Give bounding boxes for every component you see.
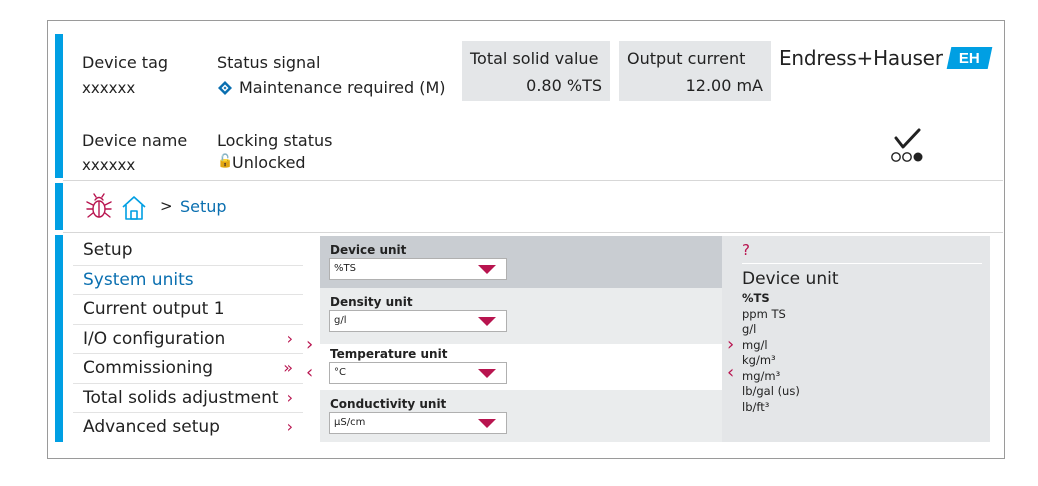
chevron-right-icon: ›: [286, 328, 293, 348]
help-option: mg/m³: [742, 368, 781, 383]
output-current-value: 12.00 mA: [685, 76, 763, 95]
double-chevron-right-icon: »: [283, 358, 293, 377]
temperature-unit-select[interactable]: °C: [329, 362, 507, 384]
setup-menu: Setup System units Current output 1 I/O …: [73, 236, 303, 443]
unlock-icon: 🔓: [217, 154, 234, 169]
menu-item-io-configuration[interactable]: I/O configuration ›: [73, 325, 303, 354]
menu-item-commissioning[interactable]: Commissioning »: [73, 354, 303, 384]
collapse-left-arrow-icon[interactable]: ‹: [306, 362, 313, 383]
density-unit-select[interactable]: g/l: [329, 310, 507, 332]
dropdown-arrow-icon: [478, 265, 496, 274]
breadcrumb-current[interactable]: Setup: [180, 197, 227, 216]
dropdown-arrow-icon: [478, 419, 496, 428]
menu-item-current-output-1[interactable]: Current output 1: [73, 295, 303, 325]
help-option: mg/l: [742, 337, 768, 352]
field-density-unit[interactable]: Density unit g/l: [320, 288, 722, 344]
field-temperature-unit[interactable]: Temperature unit °C: [320, 340, 722, 396]
device-name-value: xxxxxx: [82, 156, 136, 174]
menu-item-system-units[interactable]: System units: [73, 266, 303, 295]
device-tag-value: xxxxxx: [82, 79, 136, 97]
breadcrumb-divider: [63, 232, 1003, 233]
status-signal-value: Maintenance required (M): [239, 78, 446, 97]
output-current-label: Output current: [627, 49, 746, 68]
chevron-right-icon: ›: [286, 417, 293, 436]
help-option: lb/ft³: [742, 399, 770, 414]
help-question-icon[interactable]: ?: [742, 241, 750, 259]
help-options-list: %TS ppm TS g/l mg/l kg/m³ mg/m³ lb/gal (…: [742, 291, 800, 415]
output-current-box[interactable]: Output current 12.00 mA: [619, 41, 771, 101]
conductivity-unit-select[interactable]: µS/cm: [329, 412, 507, 434]
header-accent-bar: [55, 34, 63, 178]
maintenance-diamond-icon: [218, 81, 232, 95]
total-solid-box[interactable]: Total solid value 0.80 %TS: [462, 41, 610, 101]
help-option: g/l: [742, 322, 757, 336]
menu-item-setup[interactable]: Setup: [73, 236, 303, 266]
total-solid-value: 0.80 %TS: [526, 76, 602, 95]
field-conductivity-unit[interactable]: Conductivity unit µS/cm: [320, 390, 722, 442]
help-left-arrow-icon[interactable]: ‹: [727, 362, 734, 383]
breadcrumb-accent-bar: [55, 183, 63, 230]
help-divider: [742, 263, 982, 264]
help-right-arrow-icon[interactable]: ›: [727, 334, 734, 355]
chevron-right-icon: ›: [286, 387, 293, 407]
help-option: ppm TS: [742, 306, 786, 321]
device-name-label: Device name: [82, 131, 188, 150]
dropdown-arrow-icon: [478, 317, 496, 326]
menu-accent-bar: [55, 235, 63, 442]
home-icon[interactable]: [121, 195, 147, 221]
locking-status-label: Locking status: [217, 131, 333, 150]
menu-item-total-solids-adjustment[interactable]: Total solids adjustment ›: [73, 384, 303, 413]
checkmark-dots-icon: [891, 128, 923, 162]
dropdown-arrow-icon: [478, 369, 496, 378]
device-tag-label: Device tag: [82, 53, 169, 72]
field-device-unit[interactable]: Device unit %TS: [320, 236, 722, 292]
help-panel: ? Device unit %TS ppm TS g/l mg/l kg/m³ …: [722, 236, 990, 442]
logo-text: Endress+Hauser: [779, 46, 943, 70]
help-title: Device unit: [742, 269, 839, 289]
status-signal-label: Status signal: [217, 53, 321, 72]
expand-right-arrow-icon[interactable]: ›: [306, 334, 313, 355]
help-option: lb/gal (us): [742, 384, 800, 398]
menu-item-advanced-setup[interactable]: Advanced setup ›: [73, 413, 303, 443]
bug-icon[interactable]: [85, 193, 113, 221]
help-option: kg/m³: [742, 353, 776, 367]
logo-mark: EH: [946, 47, 993, 69]
endress-hauser-logo: Endress+Hauser EH: [779, 46, 993, 70]
total-solid-label: Total solid value: [470, 49, 599, 68]
device-unit-select[interactable]: %TS: [329, 258, 507, 280]
help-option: %TS: [742, 291, 770, 305]
breadcrumb-separator: >: [160, 197, 173, 215]
locking-status-value: Unlocked: [232, 153, 306, 172]
header-divider: [63, 180, 1003, 181]
